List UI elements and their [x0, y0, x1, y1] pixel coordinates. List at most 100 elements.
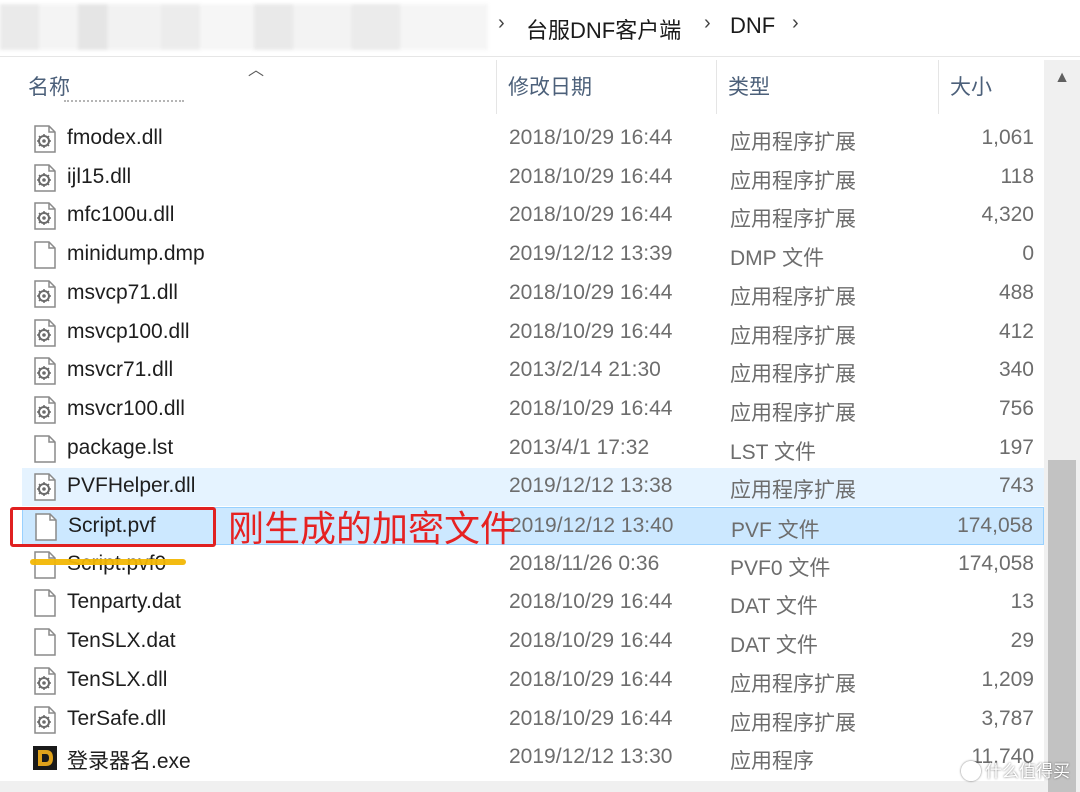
blank-file-icon	[32, 589, 58, 618]
file-size: 756	[998, 396, 1034, 420]
file-name: TerSafe.dll	[67, 706, 167, 730]
column-header-type[interactable]: 类型	[718, 60, 938, 114]
file-type: PVF0 文件	[730, 556, 831, 580]
file-name: msvcr100.dll	[67, 396, 185, 420]
file-type: 应用程序扩展	[730, 363, 856, 387]
file-row[interactable]: 登录器名.exe 2019/12/12 13:30 应用程序 11,740	[22, 739, 1044, 777]
column-divider[interactable]	[938, 60, 939, 114]
file-name: TenSLX.dll	[67, 667, 168, 691]
file-row[interactable]: msvcr100.dll 2018/10/29 16:44 应用程序扩展 756	[22, 391, 1044, 429]
file-size: 743	[998, 474, 1034, 498]
breadcrumb-item-dnf[interactable]: DNF	[730, 13, 775, 39]
file-name: msvcr71.dll	[67, 358, 174, 382]
file-row[interactable]: package.lst 2013/4/1 17:32 LST 文件 197	[22, 430, 1044, 468]
file-type: 应用程序扩展	[730, 208, 856, 232]
file-type: 应用程序扩展	[730, 324, 856, 348]
dll-gear-icon	[32, 357, 58, 385]
file-row[interactable]: msvcp100.dll 2018/10/29 16:44 应用程序扩展 412	[22, 314, 1044, 352]
blank-file-icon	[32, 434, 58, 463]
blank-file-icon	[32, 628, 58, 656]
file-name: msvcp71.dll	[67, 280, 178, 304]
scroll-up-arrow-icon[interactable]: ▲	[1044, 60, 1080, 96]
file-name: TenSLX.dat	[67, 629, 176, 653]
file-modified-date: 2013/2/14 21:30	[509, 358, 661, 382]
file-type: 应用程序扩展	[730, 672, 856, 696]
file-size: 13	[1010, 590, 1034, 614]
annotation-label: 刚生成的加密文件	[228, 508, 517, 549]
file-modified-date: 2013/4/1 17:32	[509, 435, 650, 459]
file-size: 197	[998, 435, 1034, 459]
file-modified-date: 2018/10/29 16:44	[509, 706, 673, 730]
file-modified-date: 2018/10/29 16:44	[509, 126, 673, 149]
file-type: 应用程序扩展	[730, 169, 856, 193]
file-type: 应用程序扩展	[730, 479, 856, 503]
partially-visible-row	[64, 100, 184, 110]
file-modified-date: 2018/10/29 16:44	[509, 590, 673, 614]
file-type: 应用程序扩展	[730, 285, 856, 309]
file-type: 应用程序扩展	[730, 131, 856, 154]
watermark: 什么值得买	[961, 757, 1070, 782]
file-name: msvcp100.dll	[67, 319, 190, 343]
file-row[interactable]: mfc100u.dll 2018/10/29 16:44 应用程序扩展 4,320	[22, 197, 1044, 235]
file-name: 登录器名.exe	[67, 750, 191, 774]
chevron-right-icon[interactable]: ›	[704, 12, 711, 35]
blank-file-icon	[32, 241, 58, 269]
column-header-size[interactable]: 大小	[940, 60, 1044, 114]
file-size: 3,787	[981, 706, 1034, 730]
file-row[interactable]: ijl15.dll 2018/10/29 16:44 应用程序扩展 118	[22, 159, 1044, 197]
address-bar[interactable]: › 台服DNF客户端 › DNF ›	[0, 0, 1080, 57]
file-type: DAT 文件	[730, 595, 818, 619]
file-row[interactable]: TenSLX.dll 2018/10/29 16:44 应用程序扩展 1,209	[22, 662, 1044, 700]
file-size: 1,209	[981, 667, 1034, 691]
file-type: 应用程序扩展	[730, 711, 856, 735]
watermark-text: 什么值得买	[985, 762, 1070, 781]
file-list: fmodex.dll 2018/10/29 16:44 应用程序扩展 1,061 ijl…	[0, 120, 1044, 780]
file-type: PVF 文件	[731, 519, 820, 542]
file-name: PVFHelper.dll	[67, 474, 196, 498]
dll-gear-icon	[32, 163, 58, 192]
chevron-right-icon[interactable]: ›	[498, 12, 505, 35]
file-size: 0	[1022, 242, 1034, 266]
file-row[interactable]: PVFHelper.dll 2019/12/12 13:38 应用程序扩展 743	[22, 468, 1044, 507]
file-row[interactable]: TerSafe.dll 2018/10/29 16:44 应用程序扩展 3,787	[22, 701, 1044, 739]
file-modified-date: 2018/10/29 16:44	[509, 667, 673, 691]
file-row[interactable]: msvcp71.dll 2018/10/29 16:44 应用程序扩展 488	[22, 275, 1044, 313]
file-row[interactable]: minidump.dmp 2019/12/12 13:39 DMP 文件 0	[22, 236, 1044, 274]
sort-ascending-icon: ︿	[248, 62, 265, 79]
breadcrumb-item-client-folder[interactable]: 台服DNF客户端	[526, 13, 681, 45]
dll-gear-icon	[32, 125, 58, 153]
file-modified-date: 2019/12/12 13:30	[509, 745, 673, 769]
horizontal-scrollbar[interactable]	[0, 781, 1044, 792]
dll-gear-icon	[32, 667, 58, 695]
file-modified-date: 2018/10/29 16:44	[509, 164, 673, 188]
chevron-right-icon[interactable]: ›	[792, 12, 799, 35]
file-row[interactable]: Tenparty.dat 2018/10/29 16:44 DAT 文件 13	[22, 584, 1044, 622]
file-size: 174,058	[957, 514, 1033, 537]
file-name: minidump.dmp	[67, 242, 205, 266]
column-divider[interactable]	[716, 60, 717, 114]
column-header-date[interactable]: 修改日期	[498, 60, 716, 114]
file-size: 118	[1000, 164, 1034, 188]
file-modified-date: 2019/12/12 13:38	[509, 474, 673, 498]
file-modified-date: 2019/12/12 13:39	[509, 242, 673, 266]
file-modified-date: 2018/10/29 16:44	[509, 319, 673, 343]
file-type: DMP 文件	[730, 247, 825, 271]
file-size: 1,061	[981, 126, 1034, 149]
blurred-path-segment	[0, 4, 488, 50]
file-row[interactable]: msvcr71.dll 2013/2/14 21:30 应用程序扩展 340	[22, 352, 1044, 390]
file-name: ijl15.dll	[67, 164, 132, 188]
vertical-scrollbar[interactable]: ▲	[1044, 60, 1080, 792]
highlight-underline	[30, 559, 186, 565]
file-type: DAT 文件	[730, 634, 818, 658]
dll-gear-icon	[32, 473, 58, 502]
file-name: fmodex.dll	[67, 126, 163, 149]
file-modified-date: 2018/10/29 16:44	[509, 203, 673, 227]
file-size: 29	[1010, 629, 1034, 653]
column-divider[interactable]	[496, 60, 497, 114]
dll-gear-icon	[32, 202, 58, 231]
file-row[interactable]: TenSLX.dat 2018/10/29 16:44 DAT 文件 29	[22, 623, 1044, 661]
file-row[interactable]: fmodex.dll 2018/10/29 16:44 应用程序扩展 1,061	[22, 120, 1044, 158]
dnf-app-icon	[32, 744, 58, 772]
scrollbar-thumb[interactable]	[1048, 460, 1076, 792]
file-type: 应用程序扩展	[730, 401, 856, 425]
